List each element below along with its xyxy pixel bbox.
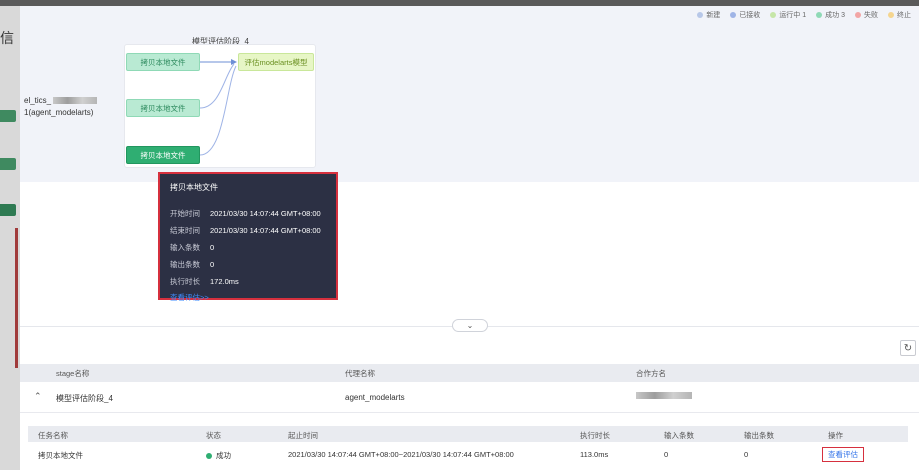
column-header-input: 输入条数 bbox=[664, 431, 694, 440]
tooltip-value: 2021/03/30 14:07:44 GMT+08:00 bbox=[210, 209, 321, 218]
tooltip-row-duration: 执行时长 172.0ms bbox=[170, 273, 326, 290]
tooltip-row-end: 结束时间 2021/03/30 14:07:44 GMT+08:00 bbox=[170, 222, 326, 239]
refresh-icon: ↻ bbox=[903, 342, 913, 354]
legend-label: 新建 bbox=[706, 12, 721, 19]
task-table-header: 任务名称 状态 起止时间 执行时长 输入条数 输出条数 操作 bbox=[28, 426, 908, 442]
dag-node-evaluate-model[interactable]: 评估modelarts模型 bbox=[238, 53, 314, 71]
job-detail-panel: 新建 已接收 运行中 1 成功 3 失败 终止 el_tics_ 1(agent… bbox=[20, 6, 919, 470]
view-evaluation-link[interactable]: 查看评估 bbox=[822, 447, 864, 462]
legend-item-terminated: 终止 bbox=[888, 10, 911, 20]
tooltip-value: 172.0ms bbox=[210, 277, 239, 286]
agent-label-line2: 1(agent_modelarts) bbox=[24, 108, 94, 117]
background-cut-text: 信 bbox=[0, 30, 14, 46]
legend-label: 失败 bbox=[864, 12, 878, 19]
legend-label: 运行中 1 bbox=[779, 12, 807, 19]
row-divider bbox=[20, 412, 919, 413]
legend-item-success: 成功 3 bbox=[816, 10, 845, 20]
legend-dot bbox=[730, 12, 737, 18]
legend-label: 已接收 bbox=[739, 12, 761, 19]
legend-item-received: 已接收 bbox=[730, 10, 760, 20]
agent-label: el_tics_ 1(agent_modelarts) bbox=[24, 95, 98, 119]
stage-table-header: stage名称 代理名称 合作方名 bbox=[20, 364, 919, 382]
agent-label-line1: el_tics_ bbox=[24, 96, 52, 105]
status-legend: 新建 已接收 运行中 1 成功 3 失败 终止 bbox=[697, 10, 911, 20]
tooltip-key: 结束时间 bbox=[170, 226, 200, 235]
background-button bbox=[0, 158, 16, 170]
tooltip-key: 输入条数 bbox=[170, 243, 200, 252]
column-header-status: 状态 bbox=[206, 431, 221, 440]
background-divider bbox=[15, 228, 18, 368]
chevron-down-icon: ⌄ bbox=[466, 321, 474, 330]
legend-dot bbox=[888, 12, 894, 18]
tooltip-row-input: 输入条数 0 bbox=[170, 239, 326, 256]
input-count-cell: 0 bbox=[664, 450, 669, 459]
column-header-output: 输出条数 bbox=[744, 431, 774, 440]
legend-item-failed: 失败 bbox=[855, 10, 878, 20]
tooltip-key: 执行时长 bbox=[170, 277, 200, 286]
legend-item-running: 运行中 1 bbox=[770, 10, 806, 20]
column-header-action: 操作 bbox=[828, 431, 843, 440]
dag-node-copy-file-3[interactable]: 拷贝本地文件 bbox=[126, 146, 200, 164]
tooltip-key: 输出条数 bbox=[170, 260, 200, 269]
status-text: 成功 bbox=[216, 451, 231, 460]
dag-node-copy-file-2[interactable]: 拷贝本地文件 bbox=[126, 99, 200, 117]
stage-table-row[interactable]: ⌃ 模型评估阶段_4 agent_modelarts bbox=[20, 384, 919, 410]
column-header-task-name: 任务名称 bbox=[38, 431, 68, 440]
column-header-partner: 合作方名 bbox=[636, 368, 666, 378]
legend-label: 成功 3 bbox=[825, 12, 845, 19]
legend-label: 终止 bbox=[897, 12, 911, 19]
task-table: 任务名称 状态 起止时间 执行时长 输入条数 输出条数 操作 拷贝本地文件 成功… bbox=[28, 426, 908, 470]
legend-dot bbox=[855, 12, 861, 18]
column-header-stage: stage名称 bbox=[56, 368, 90, 378]
chevron-up-icon[interactable]: ⌃ bbox=[34, 391, 42, 402]
tooltip-title: 拷贝本地文件 bbox=[170, 183, 218, 192]
tooltip-value: 0 bbox=[210, 243, 215, 252]
collapse-toggle-button[interactable]: ⌄ bbox=[452, 319, 488, 332]
dag-graph-area: 新建 已接收 运行中 1 成功 3 失败 终止 el_tics_ 1(agent… bbox=[20, 6, 919, 302]
legend-item-new: 新建 bbox=[697, 10, 720, 20]
stage-name-cell: 模型评估阶段_4 bbox=[56, 394, 113, 403]
task-name-cell: 拷贝本地文件 bbox=[38, 451, 83, 460]
task-table-row: 拷贝本地文件 成功 2021/03/30 14:07:44 GMT+08:00~… bbox=[28, 446, 908, 464]
agent-name-cell: agent_modelarts bbox=[345, 393, 405, 402]
legend-dot bbox=[770, 12, 777, 18]
refresh-button[interactable]: ↻ bbox=[900, 340, 916, 356]
success-dot-icon bbox=[206, 452, 212, 459]
tooltip-key: 开始时间 bbox=[170, 209, 200, 218]
background-button bbox=[0, 110, 16, 122]
tooltip-value: 2021/03/30 14:07:44 GMT+08:00 bbox=[210, 226, 321, 235]
column-header-agent: 代理名称 bbox=[345, 368, 375, 378]
background-page-strip: 信 bbox=[0, 6, 20, 470]
tooltip-value: 0 bbox=[210, 260, 215, 269]
column-header-time-range: 起止时间 bbox=[288, 431, 318, 440]
output-count-cell: 0 bbox=[744, 450, 749, 459]
dag-node-copy-file-1[interactable]: 拷贝本地文件 bbox=[126, 53, 200, 71]
tooltip-row-output: 输出条数 0 bbox=[170, 256, 326, 273]
legend-dot bbox=[816, 12, 823, 18]
tooltip-view-evaluation-link[interactable]: 查看评估>> bbox=[170, 292, 326, 303]
masked-text bbox=[53, 97, 98, 105]
duration-cell: 113.0ms bbox=[580, 450, 609, 459]
legend-dot bbox=[697, 12, 704, 18]
background-button bbox=[0, 204, 16, 216]
status-badge: 成功 bbox=[206, 450, 231, 461]
time-range-cell: 2021/03/30 14:07:44 GMT+08:00~2021/03/30… bbox=[288, 450, 514, 459]
node-tooltip: 拷贝本地文件 开始时间 2021/03/30 14:07:44 GMT+08:00… bbox=[158, 172, 338, 303]
masked-partner-cell bbox=[636, 392, 692, 399]
tooltip-row-start: 开始时间 2021/03/30 14:07:44 GMT+08:00 bbox=[170, 205, 326, 222]
column-header-duration: 执行时长 bbox=[580, 431, 610, 440]
